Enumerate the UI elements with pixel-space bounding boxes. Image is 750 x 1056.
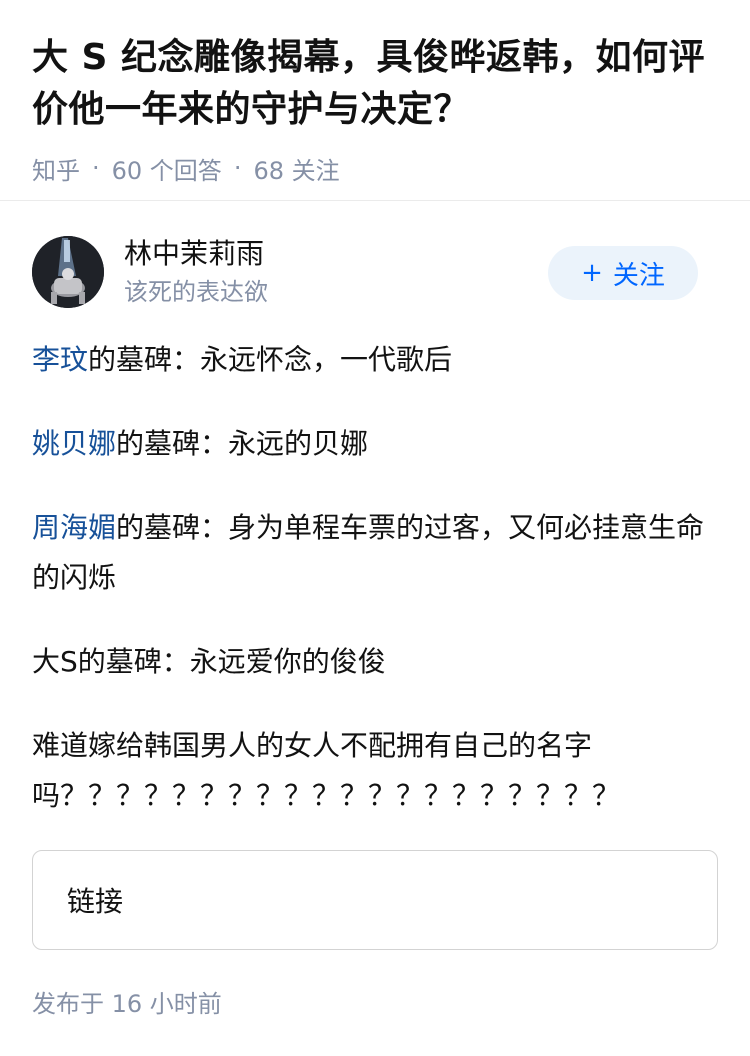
answer-paragraph: 李玟的墓碑：永远怀念，一代歌后 xyxy=(32,335,718,385)
answer-paragraph: 姚贝娜的墓碑：永远的贝娜 xyxy=(32,419,718,469)
paragraph-text: 大S的墓碑：永远爱你的俊俊 xyxy=(32,645,386,678)
meta-separator: · xyxy=(233,154,242,182)
paragraph-text: 的墓碑：永远怀念，一代歌后 xyxy=(88,343,453,376)
link-card[interactable]: 链接 xyxy=(32,850,718,950)
source-label[interactable]: 知乎 xyxy=(32,151,80,186)
paragraph-text: 的墓碑：身为单程车票的过客，又何必挂意生命的闪烁 xyxy=(32,511,705,594)
avatar-photo-icon[interactable] xyxy=(32,236,104,308)
question-meta: 知乎 · 60 个回答 · 68 关注 xyxy=(32,146,718,190)
question-title[interactable]: 大 S 纪念雕像揭幕，具俊晔返韩，如何评价他一年来的守护与决定？ xyxy=(32,32,718,136)
person-link-zhou-haimei[interactable]: 周海媚 xyxy=(32,511,116,544)
paragraph-text: 的墓碑：永远的贝娜 xyxy=(116,427,369,460)
follower-count: 68 关注 xyxy=(253,156,340,185)
follow-label: 关注 xyxy=(612,260,665,291)
follow-button[interactable]: + 关注 xyxy=(548,246,698,300)
answer-page: 大 S 纪念雕像揭幕，具俊晔返韩，如何评价他一年来的守护与决定？ 知乎 · 60… xyxy=(0,0,750,1056)
plus-icon: + xyxy=(581,258,603,288)
question-header: 大 S 纪念雕像揭幕，具俊晔返韩，如何评价他一年来的守护与决定？ 知乎 · 60… xyxy=(0,0,750,190)
person-link-yao-beina[interactable]: 姚贝娜 xyxy=(32,427,116,460)
answer-paragraph: 大S的墓碑：永远爱你的俊俊 xyxy=(32,637,718,687)
paragraph-text: 难道嫁给韩国男人的女人不配拥有自己的名字吗？？？？？？？？？？？？？？？？？？？… xyxy=(32,729,621,812)
author-bio: 该死的表达欲 xyxy=(124,278,268,306)
answer-paragraph: 难道嫁给韩国男人的女人不配拥有自己的名字吗？？？？？？？？？？？？？？？？？？？… xyxy=(32,721,718,821)
link-card-label: 链接 xyxy=(67,885,124,918)
meta-separator: · xyxy=(92,154,100,182)
author-name[interactable]: 林中茉莉雨 xyxy=(124,236,264,272)
person-link-li-wen[interactable]: 李玟 xyxy=(32,343,88,376)
header-divider xyxy=(0,200,750,201)
answer-count[interactable]: 60 个回答 xyxy=(112,151,222,186)
publish-time: 发布于 16 小时前 xyxy=(32,990,222,1018)
answer-paragraph: 周海媚的墓碑：身为单程车票的过客，又何必挂意生命的闪烁 xyxy=(32,503,718,603)
answer-content: 李玟的墓碑：永远怀念，一代歌后 姚贝娜的墓碑：永远的贝娜 周海媚的墓碑：身为单程… xyxy=(32,335,718,855)
author-row: 林中茉莉雨 该死的表达欲 + 关注 xyxy=(32,236,718,308)
